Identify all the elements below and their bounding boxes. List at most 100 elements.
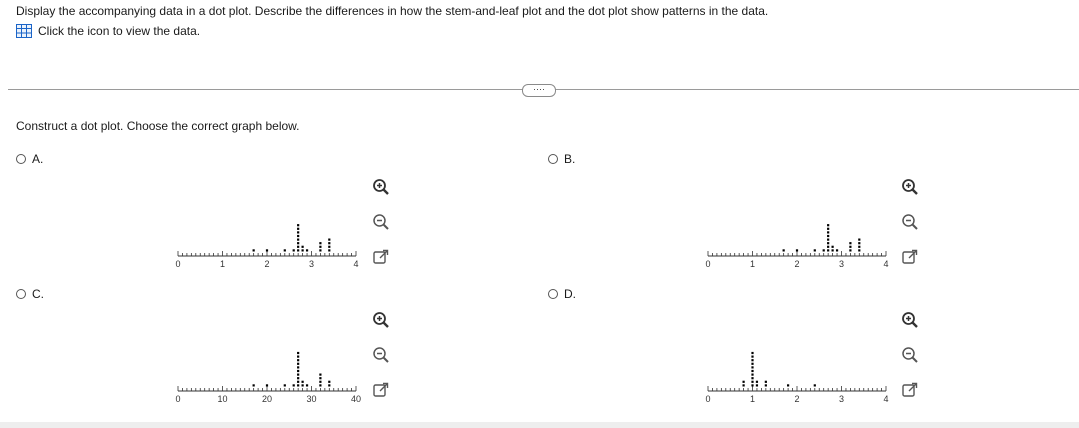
data-dot: [827, 245, 830, 248]
data-dot: [822, 249, 825, 252]
plot-a-tools: [371, 177, 391, 282]
tick-label: 1: [750, 394, 755, 404]
data-dot: [764, 384, 767, 387]
option-a-radio[interactable]: [16, 154, 26, 164]
data-dot: [297, 362, 300, 365]
data-dot: [328, 245, 331, 248]
tick-label: 30: [306, 394, 316, 404]
data-dot: [297, 369, 300, 373]
dot-plot-b: 0 1 2 3 4: [705, 224, 889, 269]
zoom-in-icon[interactable]: [371, 310, 391, 330]
zoom-out-icon[interactable]: [900, 345, 920, 365]
data-dot: [742, 380, 745, 383]
data-dot: [328, 238, 331, 241]
zoom-in-icon[interactable]: [900, 177, 920, 197]
data-dot: [827, 249, 830, 252]
data-dot: [297, 377, 300, 380]
data-dot: [305, 384, 309, 387]
data-dot: [319, 373, 322, 376]
data-dot: [751, 380, 754, 383]
data-dot: [751, 377, 754, 380]
data-dot: [858, 242, 861, 245]
data-dot: [751, 366, 754, 369]
plot-b-tools: [900, 177, 920, 282]
dot-plot-d: 0 1 2 3 4: [705, 351, 889, 404]
data-dot: [283, 249, 286, 252]
data-dot: [328, 242, 331, 245]
tick-label: 0: [705, 394, 710, 404]
instruction-text: Construct a dot plot. Choose the correct…: [16, 119, 300, 133]
open-external-icon[interactable]: [900, 380, 920, 400]
data-dot: [782, 249, 785, 252]
data-table-icon[interactable]: [16, 24, 32, 38]
tick-label: 4: [883, 259, 888, 269]
bottom-strip: [0, 422, 1079, 428]
tick-label: 40: [351, 394, 361, 404]
zoom-out-icon[interactable]: [900, 212, 920, 232]
tick-label: 3: [839, 259, 844, 269]
data-dot: [305, 249, 309, 252]
data-dot: [328, 249, 331, 252]
data-dot: [827, 238, 830, 241]
data-dot: [849, 249, 852, 252]
data-dot: [751, 362, 754, 365]
data-dot: [297, 249, 300, 252]
data-dot: [252, 249, 255, 252]
data-dot: [742, 384, 745, 387]
option-d[interactable]: D.: [548, 287, 576, 301]
option-c[interactable]: C.: [16, 287, 44, 301]
zoom-out-icon[interactable]: [371, 345, 391, 365]
expand-more-button[interactable]: ····: [522, 84, 556, 97]
data-dot: [319, 242, 322, 245]
data-dot: [265, 384, 269, 387]
option-c-radio[interactable]: [16, 289, 26, 299]
data-dot: [297, 242, 300, 245]
tick-label: 4: [353, 259, 358, 269]
open-external-icon[interactable]: [900, 247, 920, 267]
data-dot: [297, 238, 300, 241]
tick-label: 3: [309, 259, 314, 269]
data-dot: [849, 245, 852, 248]
dot-plot-a: 0 1 2 3 4: [175, 224, 359, 269]
option-d-radio[interactable]: [548, 289, 558, 299]
view-data-label[interactable]: Click the icon to view the data.: [38, 24, 200, 38]
data-dot: [301, 245, 304, 248]
zoom-in-icon[interactable]: [371, 177, 391, 197]
option-a[interactable]: A.: [16, 152, 43, 166]
data-dot: [755, 380, 759, 383]
option-b-radio[interactable]: [548, 154, 558, 164]
tick-label: 10: [217, 394, 227, 404]
data-dot: [319, 380, 322, 383]
data-dot: [297, 351, 300, 355]
tick-label: 1: [220, 259, 225, 269]
view-data-link[interactable]: Click the icon to view the data.: [16, 24, 200, 38]
data-dot: [301, 384, 304, 387]
data-dot: [283, 384, 286, 387]
tick-label: 3: [839, 394, 844, 404]
data-dot: [751, 351, 754, 355]
tick-label: 0: [175, 394, 180, 404]
open-external-icon[interactable]: [371, 247, 391, 267]
zoom-in-icon[interactable]: [900, 310, 920, 330]
tick-label: 2: [794, 259, 799, 269]
data-dot: [827, 224, 830, 227]
tick-label: 0: [175, 259, 180, 269]
zoom-out-icon[interactable]: [371, 212, 391, 232]
tick-label: 20: [262, 394, 272, 404]
data-dot: [751, 355, 754, 358]
option-b-label: B.: [564, 152, 576, 166]
option-d-label: D.: [564, 287, 576, 301]
data-dot: [813, 384, 816, 387]
data-dot: [319, 249, 322, 252]
data-dot: [751, 373, 754, 376]
data-dot: [297, 380, 300, 383]
data-dot: [831, 245, 834, 248]
data-dot: [297, 359, 300, 362]
option-c-label: C.: [32, 287, 44, 301]
open-external-icon[interactable]: [371, 380, 391, 400]
data-dot: [297, 227, 300, 230]
data-dot: [319, 377, 322, 380]
option-b[interactable]: B.: [548, 152, 575, 166]
data-dot: [328, 384, 331, 387]
data-dot: [831, 249, 834, 252]
